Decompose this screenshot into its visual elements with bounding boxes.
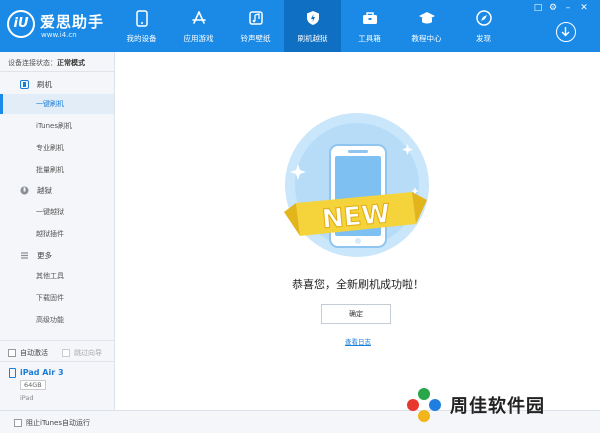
- checkbox[interactable]: [62, 349, 70, 357]
- graduation-cap-icon: [418, 9, 436, 27]
- jailbreak-icon: [20, 186, 29, 195]
- auto-activate-checkbox[interactable]: 自动激活: [8, 348, 48, 358]
- pinwheel-logo-icon: [407, 388, 441, 422]
- device-name: iPad Air 3: [20, 368, 64, 377]
- sidebar-item-itunes-flash[interactable]: iTunes刷机: [0, 116, 114, 136]
- nav-label: 铃声壁纸: [240, 34, 271, 43]
- group-flash: 刷机: [20, 79, 52, 90]
- flash-icon: [20, 80, 29, 89]
- skip-guide-label: 跳过向导: [74, 349, 102, 357]
- checkbox[interactable]: [14, 419, 22, 427]
- nav-label: 发现: [476, 34, 491, 43]
- nav-label: 工具箱: [358, 34, 381, 43]
- new-badge-text: NEW: [321, 199, 392, 235]
- nav-toolbox[interactable]: 工具箱: [341, 0, 398, 52]
- nav-tutorials[interactable]: 教程中心: [398, 0, 455, 52]
- device-model: iPad: [20, 394, 34, 402]
- divider: [0, 361, 115, 362]
- nav-apps-games[interactable]: 应用游戏: [170, 0, 227, 52]
- sidebar-item-download-firmware[interactable]: 下载固件: [0, 288, 114, 308]
- nav-label: 应用游戏: [183, 34, 214, 43]
- skip-guide-checkbox[interactable]: 跳过向导: [62, 348, 102, 358]
- status-label: 设备连接状态：: [8, 59, 57, 67]
- nav-discover[interactable]: 发现: [455, 0, 512, 52]
- sidebar-item-one-click-jailbreak[interactable]: 一键越狱: [0, 202, 114, 222]
- auto-activate-label: 自动激活: [20, 349, 48, 357]
- main-panel: NEW 恭喜您，全新刷机成功啦！ 确定 查看日志: [116, 52, 600, 410]
- tablet-icon: [9, 368, 16, 378]
- group-jailbreak: 越狱: [20, 185, 52, 196]
- status-value: 正常模式: [57, 59, 85, 67]
- compass-icon: [475, 9, 493, 27]
- divider: [0, 340, 115, 341]
- view-log-link[interactable]: 查看日志: [116, 336, 600, 346]
- music-icon: [247, 9, 265, 27]
- skin-icon[interactable]: □: [532, 2, 544, 14]
- nav-flash-jailbreak[interactable]: 刷机越狱: [284, 0, 341, 52]
- sidebar-item-other-tools[interactable]: 其他工具: [0, 266, 114, 286]
- app-store-icon: [190, 9, 208, 27]
- top-bar: iU 爱思助手 www.i4.cn 我的设备 应用游戏 铃声壁纸 刷机越狱 工具…: [0, 0, 600, 52]
- app-url: www.i4.cn: [41, 31, 77, 39]
- checkbox[interactable]: [8, 349, 16, 357]
- minimize-icon[interactable]: –: [562, 2, 574, 14]
- confirm-button[interactable]: 确定: [321, 304, 391, 324]
- watermark-text: 周佳软件园: [450, 396, 545, 417]
- nav-my-device[interactable]: 我的设备: [113, 0, 170, 52]
- sidebar-item-one-click-flash[interactable]: 一键刷机: [0, 94, 114, 114]
- success-illustration: NEW: [284, 113, 429, 257]
- phone-icon: [133, 9, 151, 27]
- main-nav: 我的设备 应用游戏 铃声壁纸 刷机越狱 工具箱 教程中心 发现: [113, 0, 512, 52]
- divider: [0, 71, 115, 72]
- sidebar-item-advanced[interactable]: 高级功能: [0, 310, 114, 330]
- sidebar: 设备连接状态：正常模式 刷机 一键刷机 iTunes刷机 专业刷机 批量刷机 越…: [0, 52, 115, 433]
- nav-label: 我的设备: [126, 34, 157, 43]
- group-label: 刷机: [37, 80, 52, 89]
- download-button[interactable]: [556, 22, 576, 42]
- shield-icon: [304, 9, 322, 27]
- nav-ringtones-wallpapers[interactable]: 铃声壁纸: [227, 0, 284, 52]
- device-capacity: 64GB: [20, 380, 46, 390]
- app-name: 爱思助手: [40, 13, 105, 31]
- group-label: 越狱: [37, 186, 52, 195]
- nav-label: 教程中心: [411, 34, 442, 43]
- success-message: 恭喜您，全新刷机成功啦！: [292, 278, 424, 291]
- app-logo: iU: [7, 10, 35, 38]
- device-status: 设备连接状态：正常模式: [8, 58, 85, 68]
- menu-icon: [21, 252, 28, 259]
- sidebar-item-pro-flash[interactable]: 专业刷机: [0, 138, 114, 158]
- sidebar-item-batch-flash[interactable]: 批量刷机: [0, 160, 114, 180]
- prevent-itunes-checkbox[interactable]: 阻止iTunes自动运行: [14, 418, 90, 428]
- watermark: 周佳软件园: [404, 385, 545, 425]
- prevent-itunes-label: 阻止iTunes自动运行: [26, 419, 90, 427]
- sidebar-item-jailbreak-plugins[interactable]: 越狱插件: [0, 224, 114, 244]
- nav-label: 刷机越狱: [297, 34, 328, 43]
- group-more: 更多: [20, 250, 52, 261]
- close-icon[interactable]: ✕: [578, 2, 590, 14]
- group-label: 更多: [37, 251, 52, 260]
- arrow-down-icon: [561, 27, 570, 37]
- settings-icon[interactable]: ⚙: [547, 2, 559, 14]
- toolbox-icon: [361, 9, 379, 27]
